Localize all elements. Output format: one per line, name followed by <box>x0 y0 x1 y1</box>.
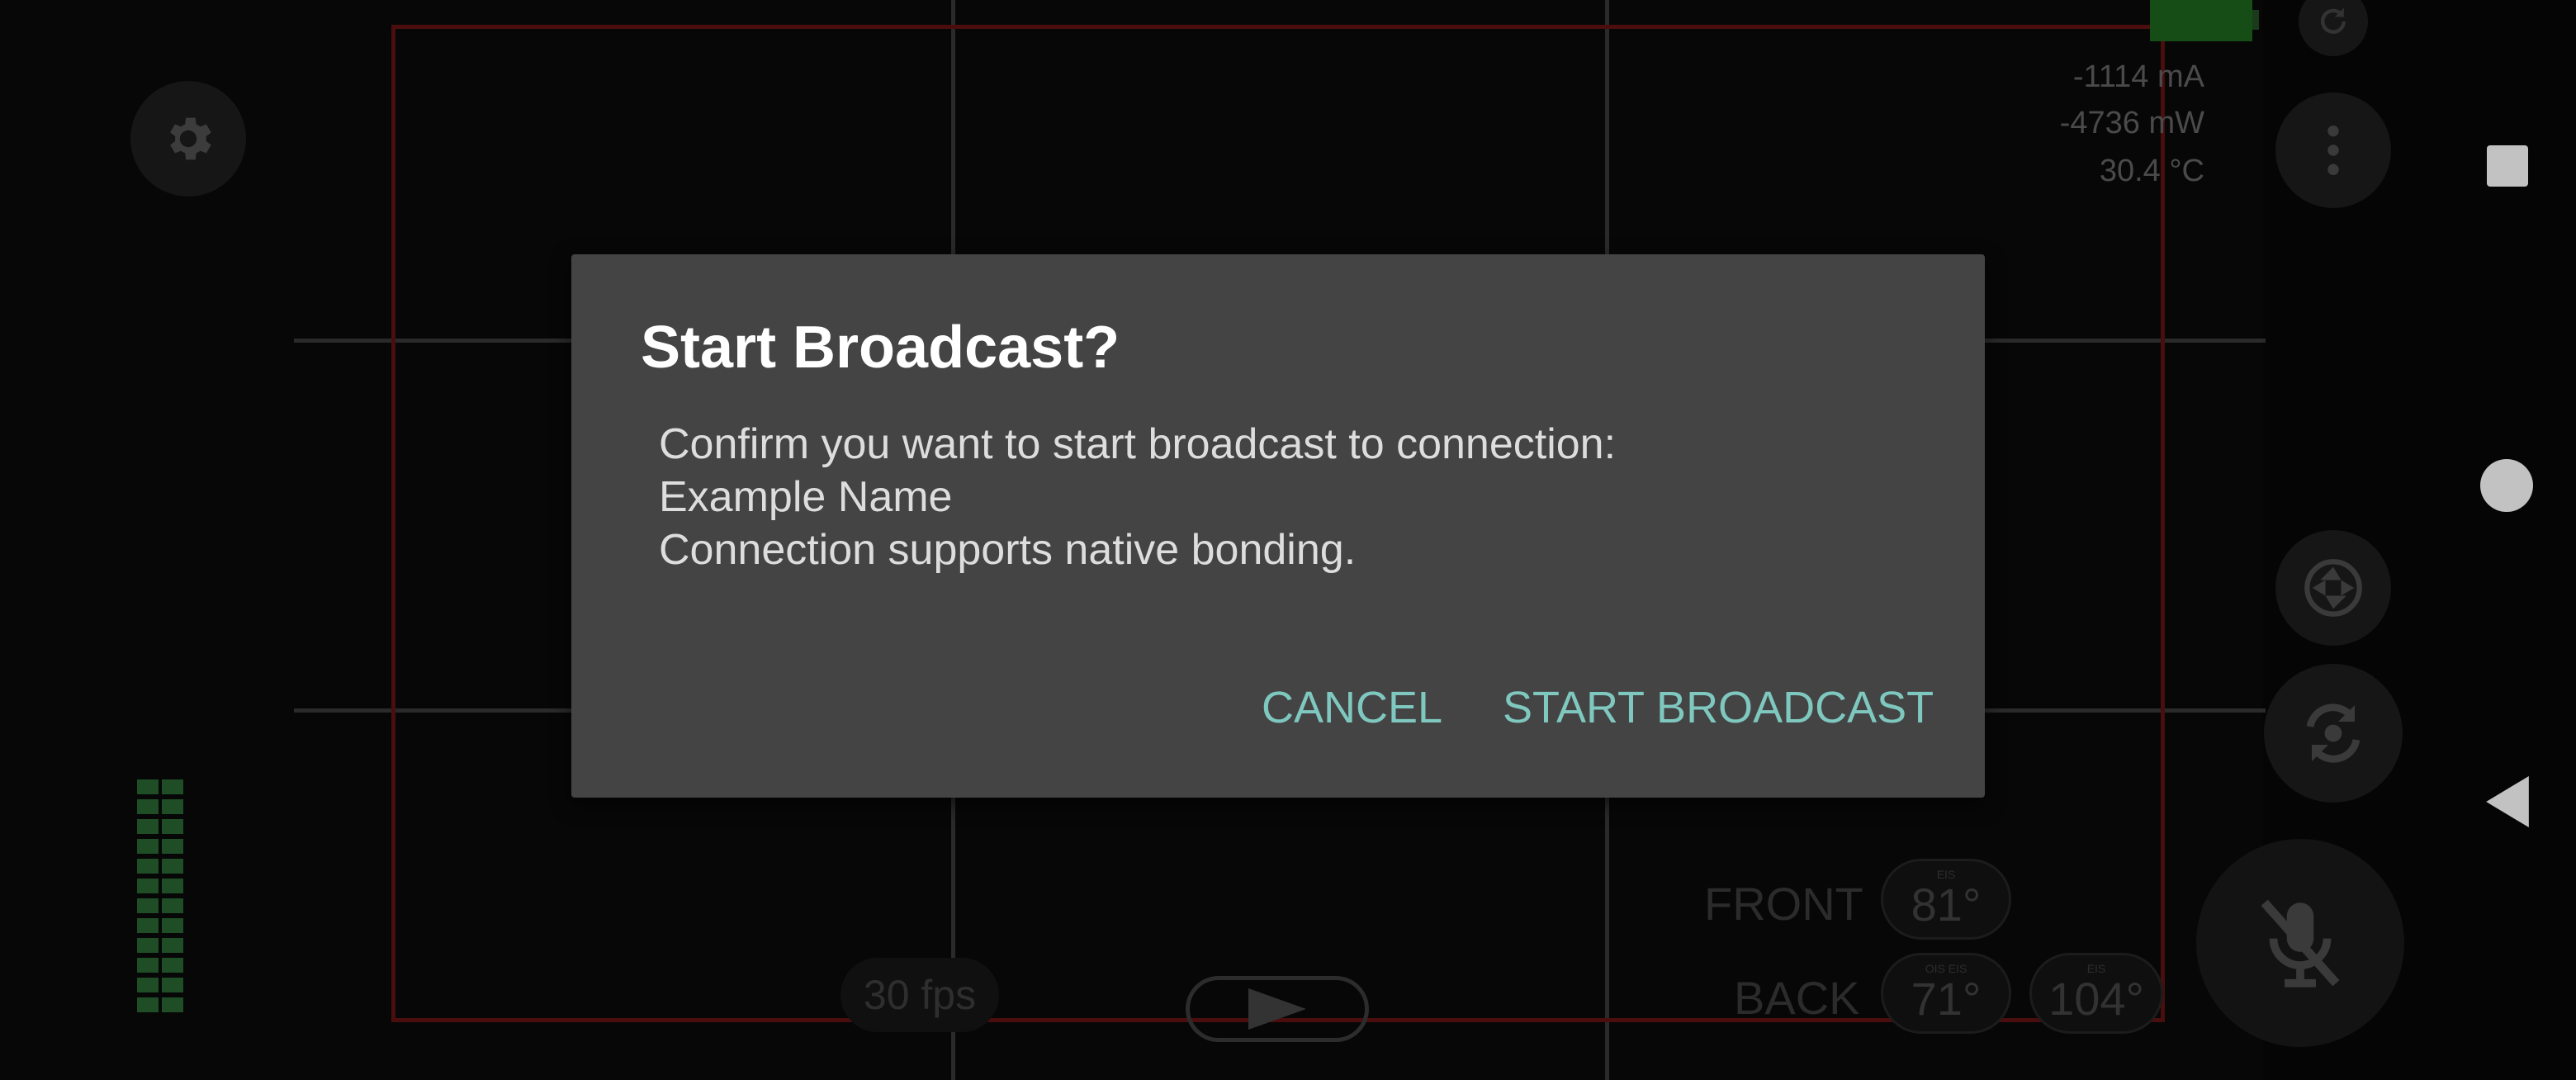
more-vertical-icon <box>2327 125 2339 176</box>
audio-meter-cell <box>137 958 159 973</box>
gear-icon <box>170 117 211 160</box>
audio-meter-cell <box>137 918 159 933</box>
audio-meter-row <box>137 978 183 992</box>
power-readout: -4736 mW <box>2059 106 2204 140</box>
audio-meter-cell <box>137 819 159 834</box>
audio-meter-cell <box>162 879 183 893</box>
audio-meter-cell <box>162 839 183 854</box>
camera-shutter-icon <box>2304 559 2362 617</box>
audio-meter-cell <box>137 879 159 893</box>
take-photo-button[interactable] <box>2275 530 2391 646</box>
back-button[interactable] <box>2485 776 2530 831</box>
audio-meter-cell <box>137 898 159 913</box>
audio-meter-cell <box>137 799 159 814</box>
home-button[interactable] <box>2480 459 2533 512</box>
recent-apps-button[interactable] <box>2487 145 2528 187</box>
audio-meter-cell <box>162 978 183 992</box>
dialog-title: Start Broadcast? <box>641 315 1120 381</box>
audio-meter-cell <box>137 839 159 854</box>
current-readout: -1114 mA <box>2072 59 2204 94</box>
refresh-button[interactable] <box>2299 0 2368 56</box>
cancel-button[interactable]: CANCEL <box>1262 682 1442 733</box>
audio-meter-cell <box>162 859 183 874</box>
back-triangle-icon <box>2486 776 2529 827</box>
camera-switch-icon <box>2306 703 2361 763</box>
audio-meter-row <box>137 918 183 933</box>
audio-meter-cell <box>137 859 159 874</box>
audio-meter-cell <box>162 938 183 953</box>
front-temp-value: 81° <box>1911 879 1982 931</box>
audio-meter-row <box>137 997 183 1012</box>
dialog-message-line: Example Name <box>659 473 953 521</box>
audio-meter-cell <box>162 958 183 973</box>
audio-meter-cell <box>162 779 183 794</box>
play-icon <box>1248 988 1306 1030</box>
audio-level-meter <box>137 779 183 1017</box>
dialog-message-line: Connection supports native bonding. <box>659 526 1357 574</box>
audio-meter-row <box>137 958 183 973</box>
system-navigation-bar <box>2427 0 2576 1080</box>
audio-meter-cell <box>162 819 183 834</box>
audio-meter-cell <box>162 997 183 1012</box>
back-temp-pill: EIS 104° <box>2029 953 2163 1034</box>
switch-camera-button[interactable] <box>2264 664 2403 803</box>
audio-meter-cell <box>162 898 183 913</box>
settings-button[interactable] <box>130 81 246 197</box>
back-camera-label: BACK <box>1734 972 1860 1024</box>
audio-meter-row <box>137 779 183 794</box>
mute-microphone-button[interactable] <box>2196 839 2404 1047</box>
audio-meter-row <box>137 898 183 913</box>
audio-meter-cell <box>137 779 159 794</box>
audio-meter-row <box>137 938 183 953</box>
temperature-readout: 30.4 °C <box>2099 154 2204 188</box>
mic-off-icon <box>2261 899 2340 988</box>
play-button[interactable] <box>1186 976 1369 1042</box>
refresh-icon <box>2321 7 2346 34</box>
audio-meter-row <box>137 859 183 874</box>
start-broadcast-dialog: Start Broadcast? Confirm you want to sta… <box>571 254 1985 798</box>
audio-meter-row <box>137 799 183 814</box>
audio-meter-row <box>137 839 183 854</box>
audio-meter-cell <box>137 938 159 953</box>
fps-indicator[interactable]: 30 fps <box>841 958 999 1032</box>
front-camera-label: FRONT <box>1704 878 1863 930</box>
battery-indicator <box>2150 0 2252 41</box>
more-options-button[interactable] <box>2275 92 2391 208</box>
audio-meter-cell <box>162 918 183 933</box>
start-broadcast-button[interactable]: START BROADCAST <box>1503 682 1934 733</box>
back-temp-value: 71° <box>1911 973 1982 1025</box>
dialog-message: Confirm you want to start broadcast to c… <box>659 418 1616 576</box>
back-temp-value: 104° <box>2048 973 2144 1025</box>
audio-meter-row <box>137 819 183 834</box>
audio-meter-cell <box>137 997 159 1012</box>
battery-tip <box>2252 10 2259 30</box>
audio-meter-row <box>137 879 183 893</box>
audio-meter-cell <box>162 799 183 814</box>
camera-screen: -1114 mA -4736 mW 30.4 °C 30 fps FRONT E… <box>0 0 2576 1080</box>
front-temp-pill: EIS 81° <box>1881 859 2011 940</box>
dialog-message-line: Confirm you want to start broadcast to c… <box>659 420 1617 468</box>
audio-meter-cell <box>137 978 159 992</box>
back-temp-pill: OIS EIS 71° <box>1881 953 2011 1034</box>
